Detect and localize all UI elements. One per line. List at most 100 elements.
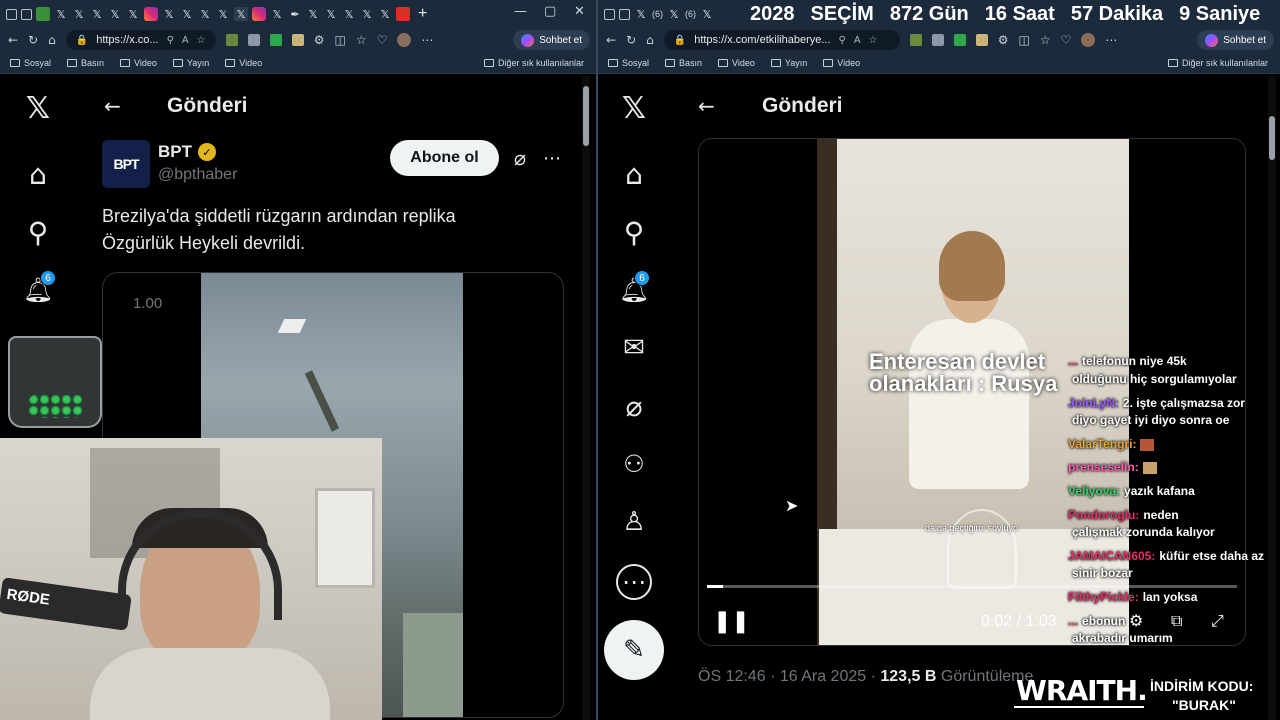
back-icon[interactable]: ← <box>606 33 616 47</box>
compose-post-button[interactable]: ✎ <box>604 620 664 680</box>
tab-actions-icon[interactable] <box>604 8 615 20</box>
x-tab-icon[interactable]: 𝕏 <box>700 7 714 21</box>
bookmark-folder[interactable]: Basın <box>67 58 104 68</box>
youtube-tab-icon[interactable] <box>396 7 410 21</box>
refresh-icon[interactable]: ↻ <box>626 33 636 47</box>
extensions-icon[interactable]: ⚙ <box>314 33 325 47</box>
split-screen-icon[interactable]: ◫ <box>1019 33 1030 47</box>
x-tab-icon[interactable]: 𝕏 <box>378 7 392 21</box>
extension-icon[interactable] <box>909 34 922 46</box>
feather-tab-icon[interactable]: ✒ <box>288 7 302 21</box>
extension-icon[interactable] <box>931 34 944 46</box>
communities-icon[interactable]: ⚇ <box>616 446 652 482</box>
bookmark-folder[interactable]: Basın <box>665 58 702 68</box>
workspaces-icon[interactable] <box>21 8 32 20</box>
url-field[interactable]: 🔒 https://x.com/etkilihaberye... ⚲ A ☆ <box>663 30 900 50</box>
bookmark-folder[interactable]: Video <box>718 58 755 68</box>
read-aloud-icon[interactable]: A <box>854 35 861 46</box>
profile-icon[interactable]: ♙ <box>616 504 652 540</box>
x-tab-icon[interactable]: 𝕏 <box>324 7 338 21</box>
favorite-star-icon[interactable]: ☆ <box>869 35 878 46</box>
extension-icon[interactable] <box>975 34 988 46</box>
tab-count-label[interactable]: (6) <box>685 9 696 19</box>
messages-icon[interactable]: ✉ <box>616 330 652 366</box>
x-tab-icon[interactable]: 𝕏 <box>667 7 681 21</box>
x-tab-icon[interactable]: 𝕏 <box>198 7 212 21</box>
x-tab-icon[interactable]: 𝕏 <box>306 7 320 21</box>
split-screen-icon[interactable]: ◫ <box>335 33 346 47</box>
x-tab-icon[interactable]: 𝕏 <box>126 7 140 21</box>
profile-avatar[interactable] <box>397 33 412 47</box>
close-button[interactable]: ✕ <box>574 4 585 19</box>
zoom-icon[interactable]: ⚲ <box>839 35 846 46</box>
bookmark-folder[interactable]: Sosyal <box>10 58 51 68</box>
author-name[interactable]: BPT ✓ <box>158 142 216 162</box>
scroll-thumb[interactable] <box>1269 116 1275 160</box>
more-menu-icon[interactable]: ⋯ <box>1105 33 1117 47</box>
refresh-icon[interactable]: ↻ <box>28 33 38 47</box>
instagram-tab-icon[interactable] <box>252 7 266 21</box>
grok-icon[interactable]: ⌀ <box>508 146 532 170</box>
bookmark-folder[interactable]: Video <box>823 58 860 68</box>
zoom-icon[interactable]: ⚲ <box>167 35 174 46</box>
x-logo-icon[interactable]: 𝕏 <box>20 88 56 128</box>
extension-icon[interactable] <box>247 34 260 46</box>
home-icon[interactable]: ⌂ <box>646 33 654 47</box>
extension-icon[interactable] <box>225 34 238 46</box>
read-aloud-icon[interactable]: A <box>182 35 189 46</box>
url-field[interactable]: 🔒 https://x.co... ⚲ A ☆ <box>65 30 216 50</box>
x-tab-icon[interactable]: 𝕏 <box>270 7 284 21</box>
bookmark-folder[interactable]: Yayın <box>770 58 807 68</box>
author-handle[interactable]: @bpthaber <box>158 166 237 184</box>
video-progress-track[interactable] <box>707 585 1237 588</box>
pause-icon[interactable]: ❚❚ <box>713 609 750 634</box>
x-tab-icon[interactable]: 𝕏 <box>180 7 194 21</box>
x-tab-icon-active[interactable]: 𝕏 <box>234 7 248 21</box>
author-avatar[interactable]: BPT <box>102 140 150 188</box>
back-arrow-icon[interactable]: ← <box>698 94 715 118</box>
home-icon[interactable]: ⌂ <box>48 33 56 47</box>
more-icon[interactable]: ⋯ <box>616 564 652 600</box>
x-tab-icon[interactable]: 𝕏 <box>216 7 230 21</box>
tab-count-label[interactable]: (6) <box>652 9 663 19</box>
x-tab-icon[interactable]: 𝕏 <box>72 7 86 21</box>
x-logo-icon[interactable]: 𝕏 <box>616 88 652 128</box>
x-tab-icon[interactable]: 𝕏 <box>634 7 648 21</box>
extension-icon[interactable] <box>269 34 282 46</box>
favorite-star-icon[interactable]: ☆ <box>197 35 206 46</box>
profile-avatar[interactable] <box>1081 33 1096 47</box>
left-scrollbar[interactable] <box>582 76 590 720</box>
x-tab-icon[interactable]: 𝕏 <box>90 7 104 21</box>
bookmark-folder[interactable]: Video <box>225 58 262 68</box>
more-options-icon[interactable]: ⋯ <box>540 146 564 170</box>
bookmark-folder[interactable]: Video <box>120 58 157 68</box>
minimize-button[interactable]: — <box>514 4 527 19</box>
x-tab-icon[interactable]: 𝕏 <box>342 7 356 21</box>
follow-button[interactable]: Abone ol <box>390 140 499 176</box>
grok-icon[interactable]: ⌀ <box>616 388 652 424</box>
other-favorites-folder[interactable]: Diğer sık kullanılanlar <box>1167 58 1268 68</box>
collections-icon[interactable]: ♡ <box>377 33 388 47</box>
scroll-thumb[interactable] <box>583 86 589 146</box>
extensions-icon[interactable]: ⚙ <box>998 33 1009 47</box>
back-arrow-icon[interactable]: ← <box>104 94 121 118</box>
workspaces-icon[interactable] <box>619 8 630 20</box>
x-tab-icon[interactable]: 𝕏 <box>108 7 122 21</box>
tab-actions-icon[interactable] <box>6 8 17 20</box>
copilot-button[interactable]: Sohbet et <box>1197 30 1274 50</box>
collections-icon[interactable]: ♡ <box>1061 33 1072 47</box>
x-tab-icon[interactable]: 𝕏 <box>54 7 68 21</box>
copilot-button[interactable]: Sohbet et <box>513 30 590 50</box>
bookmark-folder[interactable]: Yayın <box>172 58 209 68</box>
new-tab-button[interactable]: + <box>418 5 427 23</box>
home-icon[interactable]: ⌂ <box>20 156 56 192</box>
x-tab-icon[interactable]: 𝕏 <box>162 7 176 21</box>
search-icon[interactable]: ⚲ <box>20 214 56 250</box>
post-date[interactable]: 16 Ara 2025 <box>780 668 866 685</box>
favorites-icon[interactable]: ☆ <box>1040 33 1051 47</box>
bookmark-folder[interactable]: Sosyal <box>608 58 649 68</box>
search-icon[interactable]: ⚲ <box>616 214 652 250</box>
home-icon[interactable]: ⌂ <box>616 156 652 192</box>
tab-favicon[interactable] <box>36 7 50 21</box>
maximize-button[interactable]: ▢ <box>544 4 556 19</box>
